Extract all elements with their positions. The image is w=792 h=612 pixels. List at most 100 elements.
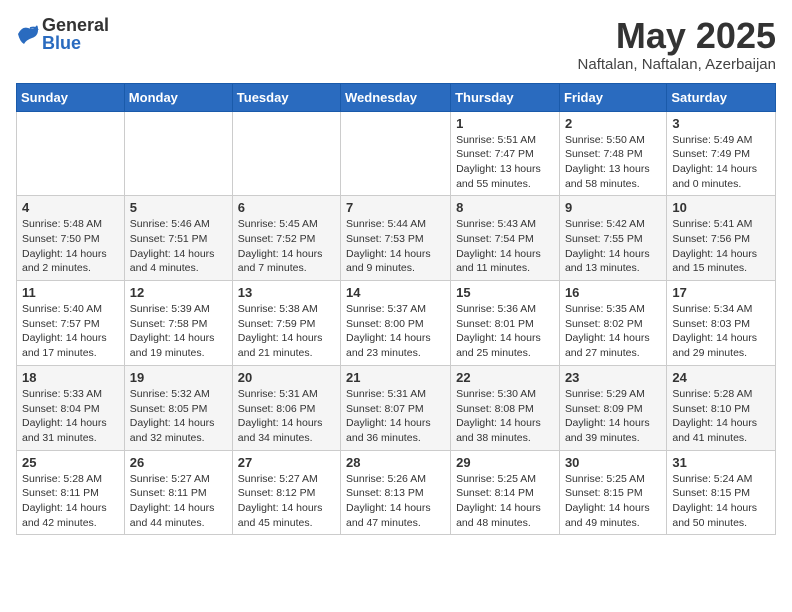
day-number: 26 — [130, 455, 227, 470]
day-cell: 4Sunrise: 5:48 AMSunset: 7:50 PMDaylight… — [17, 196, 125, 281]
day-info: Sunrise: 5:27 AMSunset: 8:12 PMDaylight:… — [238, 472, 335, 531]
day-info: Sunrise: 5:48 AMSunset: 7:50 PMDaylight:… — [22, 217, 119, 276]
day-info: Sunrise: 5:37 AMSunset: 8:00 PMDaylight:… — [346, 302, 445, 361]
day-cell — [17, 111, 125, 196]
day-cell: 6 Sunrise: 5:45 AMSunset: 7:52 PMDaylight… — [232, 196, 340, 281]
day-info: Sunrise: 5:45 AMSunset: 7:52 PMDaylight:… — [238, 217, 335, 276]
day-number: 18 — [22, 370, 119, 385]
week-row-4: 18Sunrise: 5:33 AMSunset: 8:04 PMDayligh… — [17, 365, 776, 450]
day-info: Sunrise: 5:49 AMSunset: 7:49 PMDaylight:… — [672, 133, 770, 192]
day-cell: 13 Sunrise: 5:38 AMSunset: 7:59 PMDayligh… — [232, 281, 340, 366]
day-info: Sunrise: 5:38 AMSunset: 7:59 PMDaylight:… — [238, 302, 335, 361]
day-cell: 25 Sunrise: 5:28 AMSunset: 8:11 PMDayligh… — [17, 450, 125, 535]
day-cell: 8 Sunrise: 5:43 AMSunset: 7:54 PMDaylight… — [451, 196, 560, 281]
day-cell: 15 Sunrise: 5:36 AMSunset: 8:01 PMDayligh… — [451, 281, 560, 366]
day-number: 29 — [456, 455, 554, 470]
day-number: 3 — [672, 116, 770, 131]
week-row-5: 25 Sunrise: 5:28 AMSunset: 8:11 PMDayligh… — [17, 450, 776, 535]
week-row-3: 11Sunrise: 5:40 AMSunset: 7:57 PMDayligh… — [17, 281, 776, 366]
day-number: 1 — [456, 116, 554, 131]
day-number: 17 — [672, 285, 770, 300]
day-info: Sunrise: 5:42 AMSunset: 7:55 PMDaylight:… — [565, 217, 661, 276]
day-cell: 16Sunrise: 5:35 AMSunset: 8:02 PMDayligh… — [559, 281, 666, 366]
day-cell: 11Sunrise: 5:40 AMSunset: 7:57 PMDayligh… — [17, 281, 125, 366]
location-subtitle: Naftalan, Naftalan, Azerbaijan — [578, 56, 776, 73]
day-number: 31 — [672, 455, 770, 470]
day-info: Sunrise: 5:39 AMSunset: 7:58 PMDaylight:… — [130, 302, 227, 361]
day-number: 25 — [22, 455, 119, 470]
header-cell-friday: Friday — [559, 83, 666, 111]
day-info: Sunrise: 5:25 AMSunset: 8:15 PMDaylight:… — [565, 472, 661, 531]
day-number: 8 — [456, 200, 554, 215]
day-cell: 9 Sunrise: 5:42 AMSunset: 7:55 PMDaylight… — [559, 196, 666, 281]
day-cell: 19 Sunrise: 5:32 AMSunset: 8:05 PMDayligh… — [124, 365, 232, 450]
day-number: 27 — [238, 455, 335, 470]
day-number: 10 — [672, 200, 770, 215]
day-cell: 7Sunrise: 5:44 AMSunset: 7:53 PMDaylight… — [341, 196, 451, 281]
day-cell: 31 Sunrise: 5:24 AMSunset: 8:15 PMDayligh… — [667, 450, 776, 535]
day-cell — [232, 111, 340, 196]
day-info: Sunrise: 5:34 AMSunset: 8:03 PMDaylight:… — [672, 302, 770, 361]
day-cell: 5 Sunrise: 5:46 AMSunset: 7:51 PMDaylight… — [124, 196, 232, 281]
day-cell: 17 Sunrise: 5:34 AMSunset: 8:03 PMDayligh… — [667, 281, 776, 366]
day-number: 20 — [238, 370, 335, 385]
day-cell: 28Sunrise: 5:26 AMSunset: 8:13 PMDayligh… — [341, 450, 451, 535]
day-info: Sunrise: 5:41 AMSunset: 7:56 PMDaylight:… — [672, 217, 770, 276]
day-number: 24 — [672, 370, 770, 385]
day-info: Sunrise: 5:43 AMSunset: 7:54 PMDaylight:… — [456, 217, 554, 276]
header-cell-wednesday: Wednesday — [341, 83, 451, 111]
day-info: Sunrise: 5:32 AMSunset: 8:05 PMDaylight:… — [130, 387, 227, 446]
day-cell: 27 Sunrise: 5:27 AMSunset: 8:12 PMDayligh… — [232, 450, 340, 535]
day-info: Sunrise: 5:46 AMSunset: 7:51 PMDaylight:… — [130, 217, 227, 276]
header-cell-sunday: Sunday — [17, 83, 125, 111]
day-cell — [124, 111, 232, 196]
day-number: 2 — [565, 116, 661, 131]
day-info: Sunrise: 5:31 AMSunset: 8:06 PMDaylight:… — [238, 387, 335, 446]
day-number: 30 — [565, 455, 661, 470]
day-info: Sunrise: 5:51 AMSunset: 7:47 PMDaylight:… — [456, 133, 554, 192]
day-info: Sunrise: 5:30 AMSunset: 8:08 PMDaylight:… — [456, 387, 554, 446]
week-row-1: 1 Sunrise: 5:51 AMSunset: 7:47 PMDaylight… — [17, 111, 776, 196]
day-number: 22 — [456, 370, 554, 385]
week-row-2: 4Sunrise: 5:48 AMSunset: 7:50 PMDaylight… — [17, 196, 776, 281]
day-number: 14 — [346, 285, 445, 300]
day-cell: 12Sunrise: 5:39 AMSunset: 7:58 PMDayligh… — [124, 281, 232, 366]
day-info: Sunrise: 5:28 AMSunset: 8:11 PMDaylight:… — [22, 472, 119, 531]
day-cell: 30 Sunrise: 5:25 AMSunset: 8:15 PMDayligh… — [559, 450, 666, 535]
day-info: Sunrise: 5:40 AMSunset: 7:57 PMDaylight:… — [22, 302, 119, 361]
day-cell: 3 Sunrise: 5:49 AMSunset: 7:49 PMDaylight… — [667, 111, 776, 196]
logo: General Blue — [16, 16, 109, 52]
day-number: 28 — [346, 455, 445, 470]
day-number: 15 — [456, 285, 554, 300]
logo-icon — [16, 22, 40, 46]
day-info: Sunrise: 5:24 AMSunset: 8:15 PMDaylight:… — [672, 472, 770, 531]
header-row: SundayMondayTuesdayWednesdayThursdayFrid… — [17, 83, 776, 111]
title-area: May 2025 Naftalan, Naftalan, Azerbaijan — [578, 16, 776, 73]
calendar-table: SundayMondayTuesdayWednesdayThursdayFrid… — [16, 83, 776, 536]
day-cell: 14 Sunrise: 5:37 AMSunset: 8:00 PMDayligh… — [341, 281, 451, 366]
day-info: Sunrise: 5:36 AMSunset: 8:01 PMDaylight:… — [456, 302, 554, 361]
day-cell: 23Sunrise: 5:29 AMSunset: 8:09 PMDayligh… — [559, 365, 666, 450]
day-number: 6 — [238, 200, 335, 215]
day-cell — [341, 111, 451, 196]
header-cell-saturday: Saturday — [667, 83, 776, 111]
day-number: 19 — [130, 370, 227, 385]
day-cell: 22 Sunrise: 5:30 AMSunset: 8:08 PMDayligh… — [451, 365, 560, 450]
day-info: Sunrise: 5:50 AMSunset: 7:48 PMDaylight:… — [565, 133, 661, 192]
day-cell: 10 Sunrise: 5:41 AMSunset: 7:56 PMDayligh… — [667, 196, 776, 281]
day-info: Sunrise: 5:25 AMSunset: 8:14 PMDaylight:… — [456, 472, 554, 531]
day-cell: 26Sunrise: 5:27 AMSunset: 8:11 PMDayligh… — [124, 450, 232, 535]
month-title: May 2025 — [578, 16, 776, 56]
day-number: 23 — [565, 370, 661, 385]
header-cell-monday: Monday — [124, 83, 232, 111]
day-cell: 20 Sunrise: 5:31 AMSunset: 8:06 PMDayligh… — [232, 365, 340, 450]
day-cell: 24 Sunrise: 5:28 AMSunset: 8:10 PMDayligh… — [667, 365, 776, 450]
day-number: 13 — [238, 285, 335, 300]
day-info: Sunrise: 5:28 AMSunset: 8:10 PMDaylight:… — [672, 387, 770, 446]
day-number: 9 — [565, 200, 661, 215]
day-cell: 2 Sunrise: 5:50 AMSunset: 7:48 PMDaylight… — [559, 111, 666, 196]
header-cell-thursday: Thursday — [451, 83, 560, 111]
day-info: Sunrise: 5:31 AMSunset: 8:07 PMDaylight:… — [346, 387, 445, 446]
day-number: 5 — [130, 200, 227, 215]
page-header: General Blue May 2025 Naftalan, Naftalan… — [16, 16, 776, 73]
